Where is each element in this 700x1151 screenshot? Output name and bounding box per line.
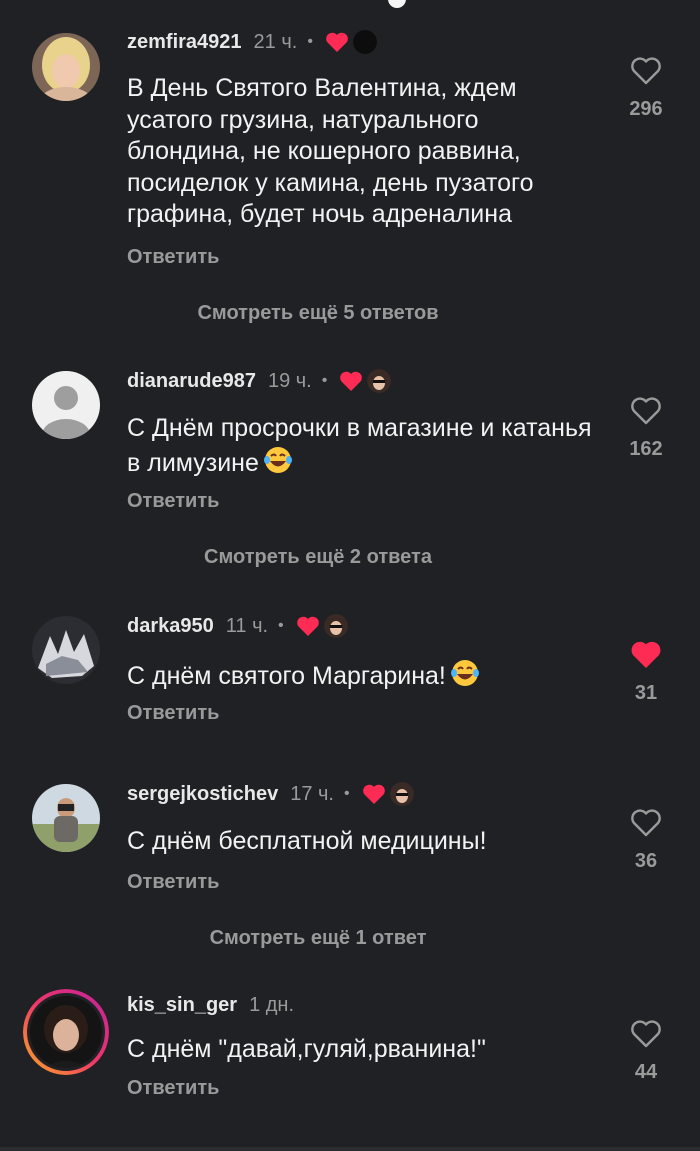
view-more-replies[interactable]: Смотреть ещё 2 ответа [0,546,636,569]
tears-of-joy-emoji [263,446,292,473]
like-button[interactable]: 296 [620,56,672,121]
reply-button[interactable]: Ответить [127,702,219,725]
like-button[interactable]: 162 [620,396,672,461]
reply-button[interactable]: Ответить [127,871,219,894]
author-liked-heart-icon [340,371,363,391]
author-liked-heart-icon [296,616,319,636]
avatar[interactable] [32,33,100,101]
header-title-fragment [388,0,406,8]
comment-text: С Днём просрочки в магазине и катанья в … [127,413,597,479]
reply-button[interactable]: Ответить [127,1077,219,1100]
like-count: 31 [634,682,658,704]
avatar[interactable] [32,784,100,852]
view-more-replies[interactable]: Смотреть ещё 5 ответов [0,302,636,325]
timestamp: 17 ч. [290,782,334,805]
comment-text: С днём святого Маргарина! [127,658,597,693]
view-more-replies[interactable]: Смотреть ещё 1 ответ [0,927,636,950]
comment-meta: kis_sin_ger 1 дн. [127,993,294,1017]
like-count: 44 [634,1061,658,1083]
heart-outline-icon [631,809,661,837]
comment-meta: sergejkostichev 17 ч. • [127,782,414,806]
author-avatar-icon [352,30,377,54]
like-button[interactable]: 36 [620,808,672,873]
author-avatar-icon [367,369,392,393]
avatar-story-ring[interactable] [23,989,109,1075]
comment-text-content: С Днём просрочки в магазине и катанья в … [127,414,592,477]
separator: • [307,33,313,50]
heart-filled-icon [631,641,661,668]
separator: • [343,785,350,802]
like-count: 296 [629,98,663,120]
username[interactable]: darka950 [127,615,214,638]
like-count: 36 [634,850,658,872]
comment-meta: dianarude987 19 ч. • [127,369,392,393]
timestamp: 19 ч. [267,369,312,392]
comment-text: В День Святого Валентина, ждем усатого г… [127,74,534,228]
timestamp: 1 дн. [249,993,295,1016]
comment-text-content: С днём святого Маргарина! [127,662,446,690]
comment-text: С днём бесплатной медицины! [127,827,487,855]
tears-of-joy-emoji [450,660,479,686]
username[interactable]: kis_sin_ger [127,994,237,1017]
comment-meta: darka950 11 ч. • [127,614,348,638]
username[interactable]: sergejkostichev [127,783,278,806]
top-strip [0,0,700,14]
avatar[interactable] [32,371,100,439]
timestamp: 11 ч. [225,614,269,637]
timestamp: 21 ч. [253,30,298,53]
avatar[interactable] [32,616,100,684]
heart-outline-icon [631,397,661,425]
author-liked-heart-icon [362,784,385,804]
separator: • [321,372,328,389]
reply-button[interactable]: Ответить [127,490,219,513]
reply-button[interactable]: Ответить [127,246,219,269]
comment-text: С днём "давай,гуляй,рванина!" [127,1035,486,1063]
username[interactable]: dianarude987 [127,370,256,393]
username[interactable]: zemfira4921 [127,31,242,54]
separator: • [278,617,284,634]
bottom-divider [0,1147,700,1151]
heart-outline-icon [631,57,661,85]
like-button[interactable]: 31 [620,640,672,705]
heart-outline-icon [631,1020,661,1048]
like-button[interactable]: 44 [620,1019,672,1084]
comment-meta: zemfira4921 21 ч. • [127,30,377,54]
author-avatar-icon [389,782,414,806]
like-count: 162 [629,438,663,460]
author-avatar-icon [323,614,348,638]
author-liked-heart-icon [326,32,348,52]
